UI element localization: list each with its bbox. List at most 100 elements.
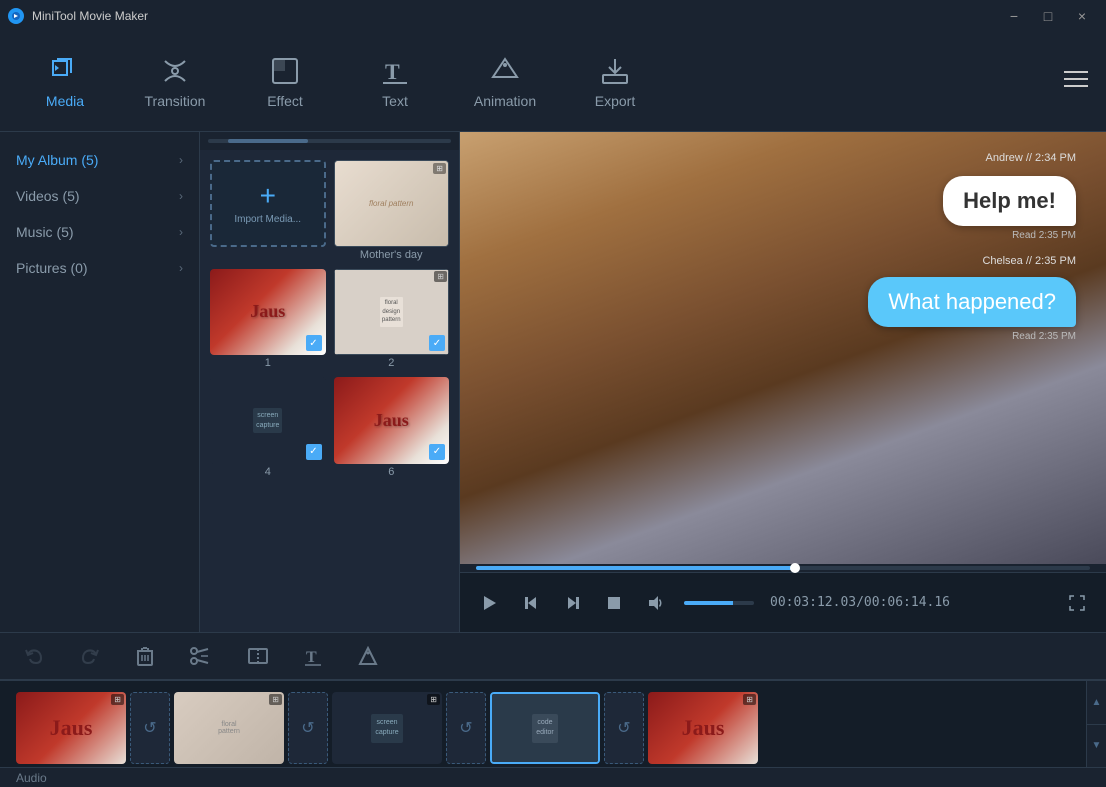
timeline-item-4[interactable]: codeeditor bbox=[490, 692, 600, 764]
tl-thumb-3: screencapture bbox=[332, 692, 442, 764]
close-button[interactable]: × bbox=[1066, 2, 1098, 30]
video-preview: Andrew // 2:34 PM Help me! Read 2:35 PM … bbox=[460, 132, 1106, 564]
media-scrollbar-thumb bbox=[228, 139, 308, 143]
video-controls: 00:03:12.03/00:06:14.16 bbox=[460, 572, 1106, 632]
redo-button[interactable] bbox=[72, 642, 108, 670]
read-receipt-2: Read 2:35 PM bbox=[868, 331, 1076, 342]
media-item-4[interactable]: screencapture ✓ bbox=[210, 377, 326, 464]
read-receipt-1: Read 2:35 PM bbox=[868, 230, 1076, 241]
videos-chevron: › bbox=[179, 189, 183, 203]
tl-thumb-1: Jaus bbox=[16, 692, 126, 764]
sidebar-item-pictures[interactable]: Pictures (0) › bbox=[0, 250, 199, 286]
check-badge-6: ✓ bbox=[429, 444, 445, 460]
tl-1-badge: ⊞ bbox=[111, 694, 124, 705]
toolbar-media[interactable]: Media bbox=[10, 37, 120, 127]
toolbar-animation[interactable]: Animation bbox=[450, 37, 560, 127]
step-forward-button[interactable] bbox=[560, 590, 586, 616]
media-item-6[interactable]: Jaus ✓ bbox=[334, 377, 450, 464]
media-scrollbar-track[interactable] bbox=[208, 139, 451, 143]
timeline-transition-3[interactable]: ↺ bbox=[446, 692, 486, 764]
media-item-2[interactable]: floraldesignpattern ⊞ ✓ bbox=[334, 269, 450, 356]
split-button[interactable] bbox=[240, 643, 276, 669]
svg-text:T: T bbox=[306, 649, 317, 666]
seekbar-fill bbox=[476, 566, 795, 570]
timeline-scroll-down[interactable]: ▼ bbox=[1087, 725, 1106, 768]
transition-arrow-2: ↺ bbox=[301, 718, 314, 738]
media-icon bbox=[49, 55, 81, 87]
timeline-item-5[interactable]: Jaus ⊞ bbox=[648, 692, 758, 764]
media-item-1[interactable]: Jaus ✓ bbox=[210, 269, 326, 356]
plus-icon: + bbox=[260, 182, 276, 210]
animation-tool-button[interactable] bbox=[350, 642, 386, 670]
app-icon bbox=[8, 8, 24, 24]
transition-arrow-4: ↺ bbox=[617, 718, 630, 738]
seekbar-thumb bbox=[790, 563, 800, 573]
timeline-scroll-up[interactable]: ▲ bbox=[1087, 681, 1106, 725]
import-wrapper: + Import Media... bbox=[210, 160, 326, 261]
timeline-item-2[interactable]: floralpattern ⊞ bbox=[174, 692, 284, 764]
media-item-4-wrapper: screencapture ✓ 4 bbox=[210, 377, 326, 478]
effect-label: Effect bbox=[267, 93, 303, 109]
toolbar-text[interactable]: T Text bbox=[340, 37, 450, 127]
window-controls: − □ × bbox=[998, 2, 1098, 30]
sidebar: My Album (5) › Videos (5) › Music (5) › … bbox=[0, 132, 200, 632]
timeline-item-1[interactable]: Jaus ⊞ bbox=[16, 692, 126, 764]
minimize-button[interactable]: − bbox=[998, 2, 1030, 30]
fullscreen-button[interactable] bbox=[1064, 590, 1090, 616]
item6-label: 6 bbox=[334, 466, 450, 478]
music-chevron: › bbox=[179, 225, 183, 239]
sidebar-item-album[interactable]: My Album (5) › bbox=[0, 142, 199, 178]
chelsea-sender: Chelsea // 2:35 PM bbox=[868, 255, 1076, 267]
toolbar-transition[interactable]: Transition bbox=[120, 37, 230, 127]
text-tool-button[interactable]: T bbox=[296, 642, 330, 670]
timeline-right-scroll: ▲ ▼ bbox=[1086, 681, 1106, 767]
timeline-transition-4[interactable]: ↺ bbox=[604, 692, 644, 764]
text-label: Text bbox=[382, 93, 408, 109]
restore-button[interactable]: □ bbox=[1032, 2, 1064, 30]
animation-icon bbox=[489, 55, 521, 87]
toolbar-items: Media Transition Effect T Text bbox=[10, 37, 670, 127]
pictures-chevron: › bbox=[179, 261, 183, 275]
toolbar-effect[interactable]: Effect bbox=[230, 37, 340, 127]
toolbar-export[interactable]: Export bbox=[560, 37, 670, 127]
check-badge-1: ✓ bbox=[306, 335, 322, 351]
titlebar: MiniTool Movie Maker − □ × bbox=[0, 0, 1106, 32]
seekbar[interactable] bbox=[476, 566, 1090, 570]
play-button[interactable] bbox=[476, 590, 502, 616]
text-icon: T bbox=[379, 55, 411, 87]
audio-text: Audio bbox=[16, 771, 47, 785]
effect-icon bbox=[269, 55, 301, 87]
media-item-6-wrapper: Jaus ✓ 6 bbox=[334, 377, 450, 478]
media-panel: + Import Media... ⊞ floral pattern Mothe… bbox=[200, 132, 460, 632]
timeline-scroll[interactable]: Jaus ⊞ ↺ floralpattern ⊞ ↺ screencapture… bbox=[0, 681, 1106, 775]
import-label: Import Media... bbox=[234, 214, 301, 225]
timeline-item-3[interactable]: screencapture ⊞ bbox=[332, 692, 442, 764]
sidebar-item-music[interactable]: Music (5) › bbox=[0, 214, 199, 250]
andrew-sender: Andrew // 2:34 PM bbox=[868, 152, 1076, 164]
bottom-toolbar: T bbox=[0, 632, 1106, 680]
media-scrollbar-area bbox=[200, 132, 459, 150]
transition-icon bbox=[159, 55, 191, 87]
tl-thumb-2: floralpattern bbox=[174, 692, 284, 764]
seekbar-container[interactable] bbox=[460, 564, 1106, 572]
app-title: MiniTool Movie Maker bbox=[32, 9, 148, 23]
timeline-transition-2[interactable]: ↺ bbox=[288, 692, 328, 764]
media-item-1-wrapper: Jaus ✓ 1 bbox=[210, 269, 326, 370]
mothers-day-item[interactable]: ⊞ floral pattern bbox=[334, 160, 450, 247]
svg-text:T: T bbox=[385, 59, 400, 84]
mothers-day-wrapper: ⊞ floral pattern Mother's day bbox=[334, 160, 450, 261]
stop-button[interactable] bbox=[602, 591, 626, 615]
volume-slider[interactable] bbox=[684, 601, 754, 605]
cut-button[interactable] bbox=[182, 643, 220, 669]
undo-button[interactable] bbox=[16, 642, 52, 670]
transition-arrow-1: ↺ bbox=[143, 718, 156, 738]
sidebar-item-videos[interactable]: Videos (5) › bbox=[0, 178, 199, 214]
delete-button[interactable] bbox=[128, 642, 162, 670]
time-display: 00:03:12.03/00:06:14.16 bbox=[770, 595, 1048, 610]
volume-button[interactable] bbox=[642, 590, 668, 616]
hamburger-menu[interactable] bbox=[1056, 62, 1096, 101]
import-media-button[interactable]: + Import Media... bbox=[210, 160, 326, 247]
timeline-transition-1[interactable]: ↺ bbox=[130, 692, 170, 764]
step-back-button[interactable] bbox=[518, 590, 544, 616]
check-badge-2: ✓ bbox=[429, 335, 445, 351]
